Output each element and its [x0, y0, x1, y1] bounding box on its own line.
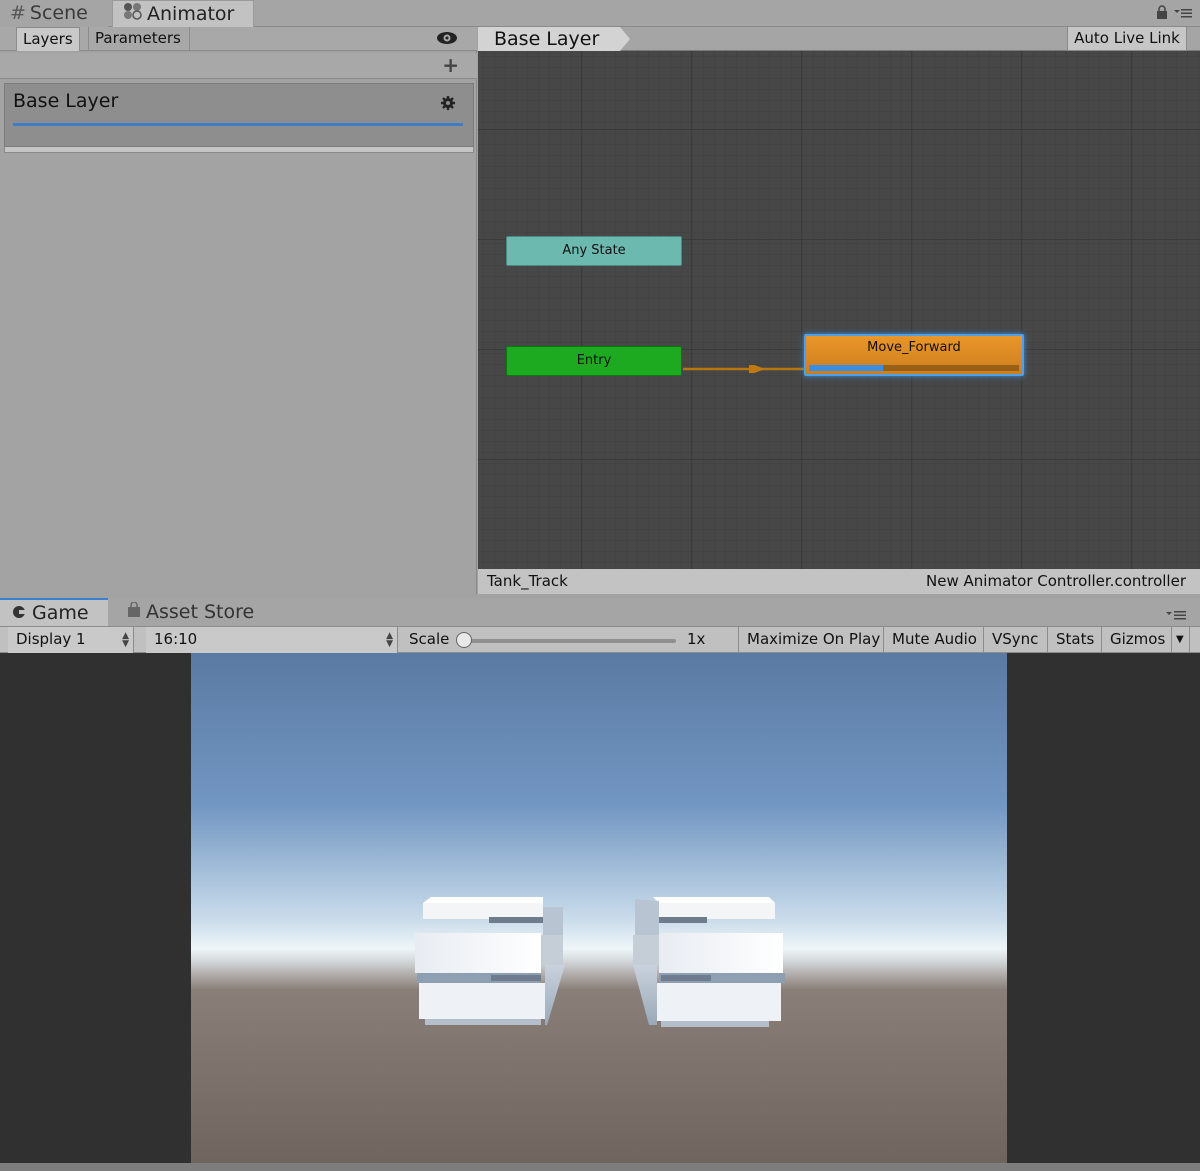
scale-slider-handle[interactable] — [456, 632, 472, 648]
stats-toggle[interactable]: Stats — [1048, 627, 1102, 654]
window-controls — [1156, 4, 1192, 23]
tank-tracks-render — [415, 897, 785, 1027]
auto-live-link-button[interactable]: Auto Live Link — [1067, 27, 1187, 51]
state-progress-bar — [809, 365, 1019, 371]
tab-layers[interactable]: Layers — [16, 27, 80, 51]
layers-panel: Layers Parameters + Base Layer — [0, 27, 477, 594]
graph-header: Base Layer Auto Live Link — [478, 27, 1200, 51]
tab-animator-label: Animator — [147, 2, 235, 25]
game-icon — [12, 599, 26, 627]
display-dropdown[interactable]: Display 1 ▲ ▼ — [8, 627, 134, 654]
tab-scene-label: Scene — [29, 2, 88, 24]
graph-grid — [478, 51, 1200, 569]
layer-name: Base Layer — [13, 90, 119, 112]
game-tab-bar: Game Asset Store — [0, 598, 1200, 626]
selected-object-name: Tank_Track — [487, 572, 568, 590]
entry-node[interactable]: Entry — [506, 346, 682, 376]
menu-icon[interactable] — [1174, 4, 1192, 23]
right-track-model — [633, 897, 785, 1027]
updown-icon: ▲ ▼ — [122, 631, 129, 649]
viewport-bottom-strip — [0, 1163, 1200, 1171]
gizmos-dropdown-arrow[interactable]: ▼ — [1172, 627, 1190, 654]
top-tab-bar: # Scene Animator — [0, 0, 1200, 27]
scale-label: Scale — [409, 630, 450, 648]
grid-icon: # — [10, 2, 26, 24]
move-forward-label: Move_Forward — [867, 340, 961, 355]
tab-parameters[interactable]: Parameters — [88, 27, 190, 51]
tab-asset-store-label: Asset Store — [146, 601, 255, 623]
breadcrumb[interactable]: Base Layer — [478, 27, 630, 51]
tab-scene[interactable]: # Scene — [0, 0, 108, 27]
left-track-model — [415, 897, 565, 1025]
animator-graph[interactable]: Base Layer Auto Live Link Any State Entr… — [478, 27, 1200, 594]
layer-weight-bar — [13, 123, 463, 126]
tab-game[interactable]: Game — [0, 598, 108, 626]
layer-list-footer — [4, 147, 474, 153]
transition-arrow[interactable] — [683, 365, 807, 373]
vsync-toggle[interactable]: VSync — [984, 627, 1048, 654]
aspect-value: 16:10 — [154, 630, 198, 648]
any-state-node[interactable]: Any State — [506, 236, 682, 266]
add-layer-icon[interactable]: + — [442, 54, 459, 76]
scale-slider-track[interactable] — [464, 639, 676, 643]
aspect-dropdown[interactable]: 16:10 ▲ ▼ — [146, 627, 398, 654]
game-render — [191, 653, 1007, 1163]
eye-icon[interactable] — [436, 30, 458, 50]
layer-item[interactable]: Base Layer — [4, 83, 474, 147]
mute-audio-toggle[interactable]: Mute Audio — [884, 627, 984, 654]
updown-icon: ▲ ▼ — [386, 631, 393, 649]
animator-icon — [123, 1, 143, 28]
move-forward-state-node[interactable]: Move_Forward — [804, 334, 1024, 376]
display-value: Display 1 — [16, 630, 86, 648]
tab-animator[interactable]: Animator — [112, 0, 254, 27]
maximize-on-play-toggle[interactable]: Maximize On Play — [738, 627, 884, 654]
lock-icon[interactable] — [1156, 4, 1168, 23]
gear-icon[interactable] — [441, 95, 455, 114]
store-icon — [126, 598, 142, 626]
state-progress-fill — [809, 365, 883, 371]
layer-toolbar: + — [0, 53, 477, 79]
game-toolbar: Display 1 ▲ ▼ 16:10 ▲ ▼ Scale 1x Maximize … — [0, 626, 1200, 654]
graph-footer: Tank_Track New Animator Controller.contr… — [478, 569, 1200, 594]
animator-subtabs: Layers Parameters — [0, 27, 477, 51]
controller-name: New Animator Controller.controller — [926, 572, 1186, 590]
scale-value: 1x — [687, 630, 706, 648]
tab-asset-store[interactable]: Asset Store — [126, 598, 266, 626]
game-viewport[interactable] — [0, 653, 1200, 1171]
menu-icon[interactable] — [1166, 606, 1188, 625]
gizmos-toggle[interactable]: Gizmos — [1102, 627, 1172, 654]
tab-game-label: Game — [32, 602, 89, 624]
